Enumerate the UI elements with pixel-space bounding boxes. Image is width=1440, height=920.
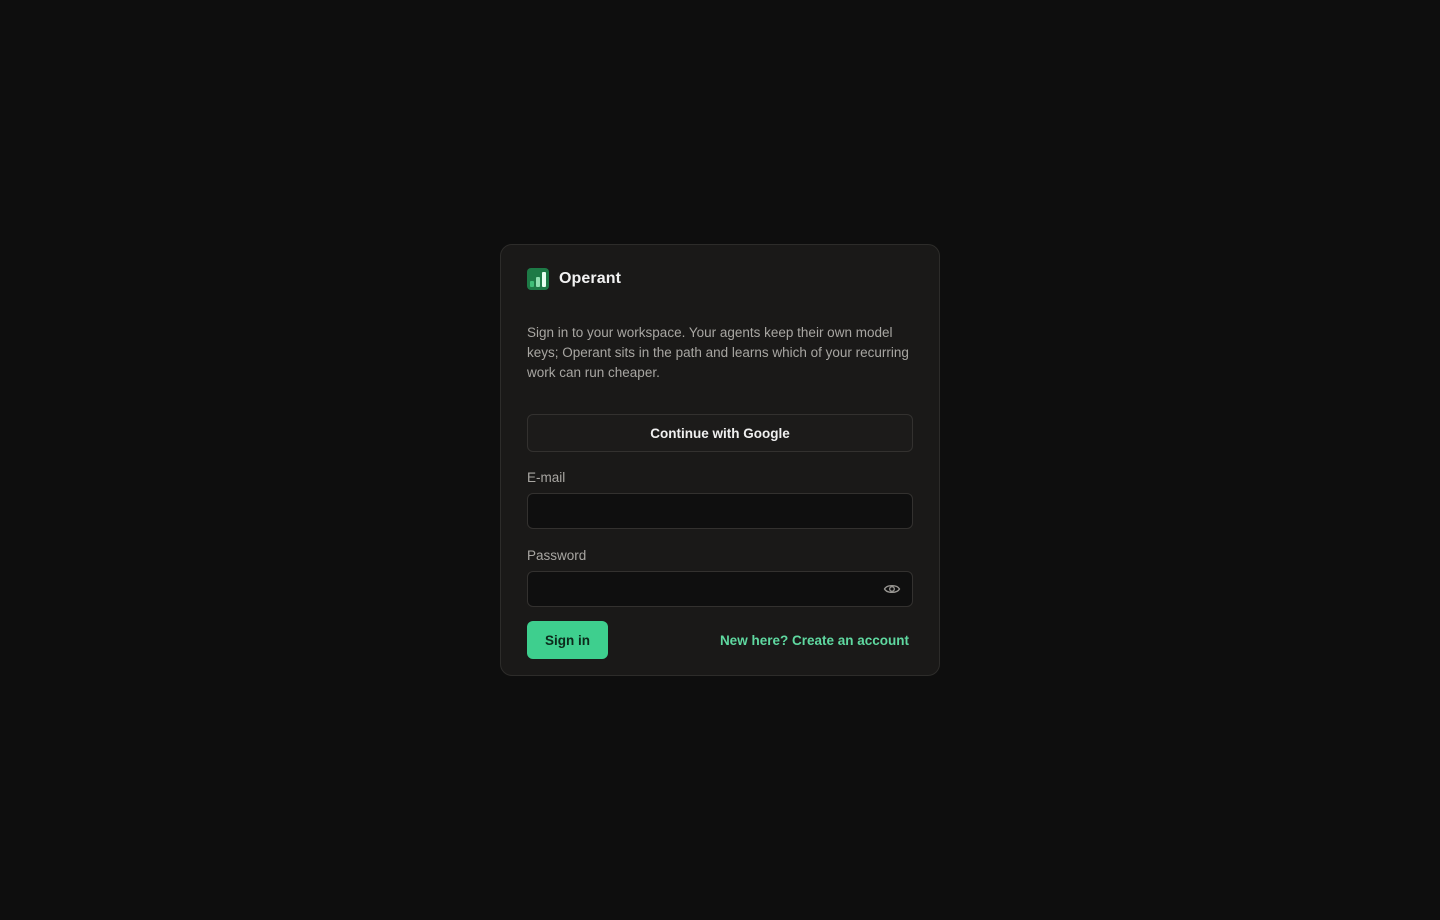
email-label: E-mail: [527, 470, 566, 485]
sign-in-button[interactable]: Sign in: [527, 621, 608, 659]
create-account-link[interactable]: New here? Create an account: [720, 633, 909, 648]
email-field-wrapper: [527, 493, 913, 529]
brand: Operant: [527, 267, 913, 291]
brand-name: Operant: [559, 270, 622, 287]
password-field-wrapper: [527, 571, 913, 607]
password-field[interactable]: [528, 572, 912, 606]
email-field[interactable]: [528, 494, 912, 528]
password-label: Password: [527, 548, 587, 563]
logo-icon: [527, 268, 549, 290]
continue-with-google-button[interactable]: Continue with Google: [527, 414, 913, 452]
form-actions: Sign in New here? Create an account: [527, 621, 913, 659]
signin-card: Operant Sign in to your workspace. Your …: [500, 244, 940, 676]
intro-text: Sign in to your workspace. Your agents k…: [527, 325, 909, 380]
eye-icon[interactable]: [883, 582, 901, 596]
